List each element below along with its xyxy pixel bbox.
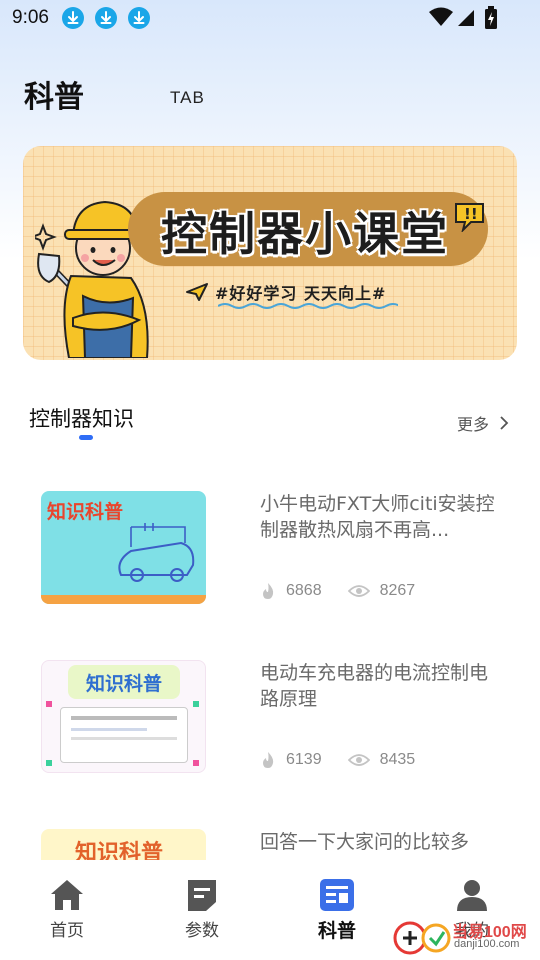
- wave-decoration: [218, 303, 398, 309]
- article-icon: [320, 879, 354, 911]
- promo-banner[interactable]: 控制器小课堂 !! #好好学习 天天向上#: [23, 146, 517, 360]
- page-title: 科普: [24, 80, 84, 115]
- article-stats: 6139 8435: [260, 751, 441, 769]
- download-icon: [95, 7, 117, 29]
- exclamation-icon: !!: [455, 203, 484, 232]
- person-icon: [457, 880, 487, 911]
- article-thumbnail: 知识科普: [41, 829, 206, 860]
- thumbnail-card: [60, 707, 188, 763]
- section-title[interactable]: 控制器知识: [29, 403, 134, 433]
- document-icon: [188, 880, 216, 911]
- nav-label: 首页: [50, 921, 84, 941]
- download-icon: [62, 7, 84, 29]
- list-item[interactable]: 知识科普 电动车充电器的电流控制电路原理 6139 8435: [41, 660, 501, 773]
- eye-icon: [347, 585, 370, 597]
- section-tab-indicator: [79, 435, 93, 440]
- download-icon: [128, 7, 150, 29]
- article-thumbnail: 知识科普: [41, 660, 206, 773]
- nav-home[interactable]: 首页: [27, 878, 107, 941]
- nav-label: 参数: [185, 921, 219, 941]
- thumbnail-tag: 知识科普: [75, 841, 164, 860]
- status-bar: 9:06: [0, 0, 540, 36]
- list-item[interactable]: 知识科普 回答一下大家问的比较多: [41, 829, 501, 860]
- status-time: 9:06: [12, 7, 49, 28]
- like-count: 6868: [286, 582, 322, 599]
- battery-charging-icon: [485, 6, 497, 29]
- watermark-domain: danji100.com: [454, 938, 520, 950]
- watermark-logo: [393, 921, 451, 955]
- flame-icon: [263, 583, 274, 599]
- article-title: 回答一下大家问的比较多: [260, 831, 470, 853]
- wifi-icon: [429, 7, 453, 26]
- chevron-right-icon: [500, 416, 509, 430]
- watermark: 当易100网 danji100.com: [392, 916, 540, 960]
- article-title: 电动车充电器的电流控制电路原理: [260, 662, 489, 710]
- circuit-diagram-icon: [118, 523, 195, 582]
- thumbnail-tag: 知识科普: [47, 501, 124, 523]
- banner-title: 控制器小课堂: [161, 207, 449, 261]
- nav-science[interactable]: 科普: [297, 878, 377, 943]
- view-count: 8435: [379, 751, 416, 768]
- thumbnail-tag: 知识科普: [86, 673, 163, 695]
- home-icon: [51, 880, 83, 910]
- paper-plane-icon: [186, 283, 208, 301]
- eye-icon: [347, 754, 370, 766]
- banner-subtitle: #好好学习 天天向上#: [215, 284, 387, 303]
- like-count: 6139: [286, 751, 322, 768]
- flame-icon: [263, 752, 274, 768]
- svg-text:!!: !!: [464, 205, 478, 223]
- article-thumbnail: 知识科普: [41, 491, 206, 604]
- nav-label: 科普: [317, 920, 356, 942]
- nav-params[interactable]: 参数: [162, 878, 242, 941]
- article-title: 小牛电动FXT大师citi安装控制器散热风扇不再高...: [260, 493, 495, 541]
- more-label: 更多: [457, 415, 490, 434]
- tab-label[interactable]: TAB: [170, 88, 205, 108]
- signal-icon: [458, 10, 474, 26]
- view-count: 8267: [379, 582, 416, 599]
- thumbnail-stripe: [41, 595, 206, 604]
- more-link[interactable]: 更多: [457, 411, 509, 435]
- list-item[interactable]: 知识科普 小牛电动FXT大师citi安装控制器散热风扇不再高... 6868 8…: [41, 491, 501, 604]
- article-stats: 6868 8267: [260, 582, 441, 600]
